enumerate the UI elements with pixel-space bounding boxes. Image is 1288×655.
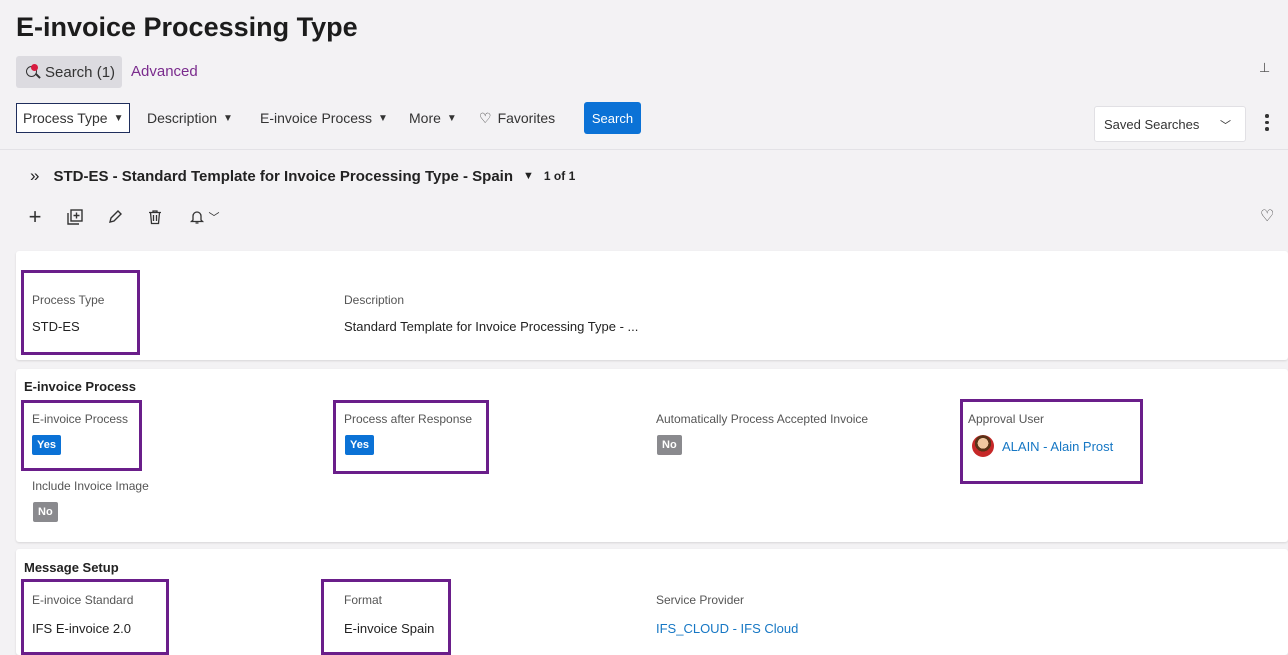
message-setup-section: Message Setup E-invoice Standard IFS E-i… [16, 549, 1288, 655]
auto-process-label: Automatically Process Accepted Invoice [656, 412, 869, 426]
heart-icon: ♡ [479, 109, 492, 126]
expand-navigator-icon[interactable]: » [30, 166, 39, 186]
auto-process-badge: No [657, 435, 682, 455]
search-tab-label: Search (1) [45, 63, 116, 81]
include-image-label: Include Invoice Image [32, 479, 149, 493]
record-title[interactable]: STD-ES - Standard Template for Invoice P… [53, 168, 513, 185]
highlight-box [21, 270, 140, 355]
description-label: Description [344, 293, 405, 307]
filter-more[interactable]: More ▼ [409, 103, 457, 133]
saved-searches-select[interactable]: Saved Searches ﹀ [1094, 106, 1246, 142]
einvoice-process-section: E-invoice Process E-invoice Process Yes … [16, 369, 1288, 542]
filter-description[interactable]: Description ▼ [147, 103, 233, 133]
service-provider-link[interactable]: IFS_CLOUD - IFS Cloud [656, 621, 798, 636]
highlight-box [21, 579, 169, 655]
search-button[interactable]: Search [584, 102, 641, 134]
filter-bar: Process Type ▼ Description ▼ E-invoice Pro… [0, 100, 1288, 142]
add-icon[interactable]: + [24, 204, 46, 229]
delete-icon[interactable] [144, 206, 166, 228]
favorite-heart-icon[interactable]: ♡ [1260, 206, 1274, 226]
chevron-down-icon: ﹀ [1220, 120, 1231, 132]
record-selector: » STD-ES - Standard Template for Invoice… [30, 166, 575, 186]
divider [0, 149, 1288, 150]
more-options-icon[interactable] [1264, 114, 1270, 134]
notification-bell-icon[interactable]: ﹀ [184, 206, 224, 228]
chevron-down-icon: ﹀ [208, 212, 220, 224]
include-image-badge: No [33, 502, 58, 522]
description-value: Standard Template for Invoice Processing… [344, 319, 639, 334]
highlight-box [21, 400, 142, 471]
section-title: E-invoice Process [24, 379, 136, 394]
caret-down-icon: ▼ [446, 112, 457, 124]
highlight-box [333, 400, 489, 474]
service-provider-label: Service Provider [656, 593, 745, 607]
caret-down-icon: ▼ [223, 112, 233, 124]
highlight-box [960, 399, 1143, 484]
duplicate-icon[interactable] [64, 206, 86, 228]
header-card: Process Type STD-ES Description Standard… [16, 251, 1288, 360]
edit-icon[interactable] [104, 206, 126, 228]
pin-icon[interactable]: ⊥ [1259, 60, 1270, 76]
filter-process-type[interactable]: Process Type ▼ [16, 103, 131, 133]
page-title: E-invoice Processing Type [16, 12, 358, 42]
record-count: 1 of 1 [543, 169, 576, 183]
advanced-tab[interactable]: Advanced [131, 63, 198, 80]
caret-down-icon: ▼ [113, 112, 124, 124]
filter-einvoice-process[interactable]: E-invoice Process ▼ [260, 103, 388, 133]
caret-down-icon: ▼ [378, 112, 388, 124]
search-icon [26, 64, 42, 80]
search-tab[interactable]: Search (1) [16, 56, 122, 88]
record-toolbar: + ﹀ [24, 204, 242, 230]
filter-favorites[interactable]: ♡ Favorites [479, 103, 555, 133]
caret-down-icon[interactable]: ▼ [523, 170, 534, 182]
highlight-box [321, 579, 451, 655]
section-title: Message Setup [24, 560, 119, 575]
